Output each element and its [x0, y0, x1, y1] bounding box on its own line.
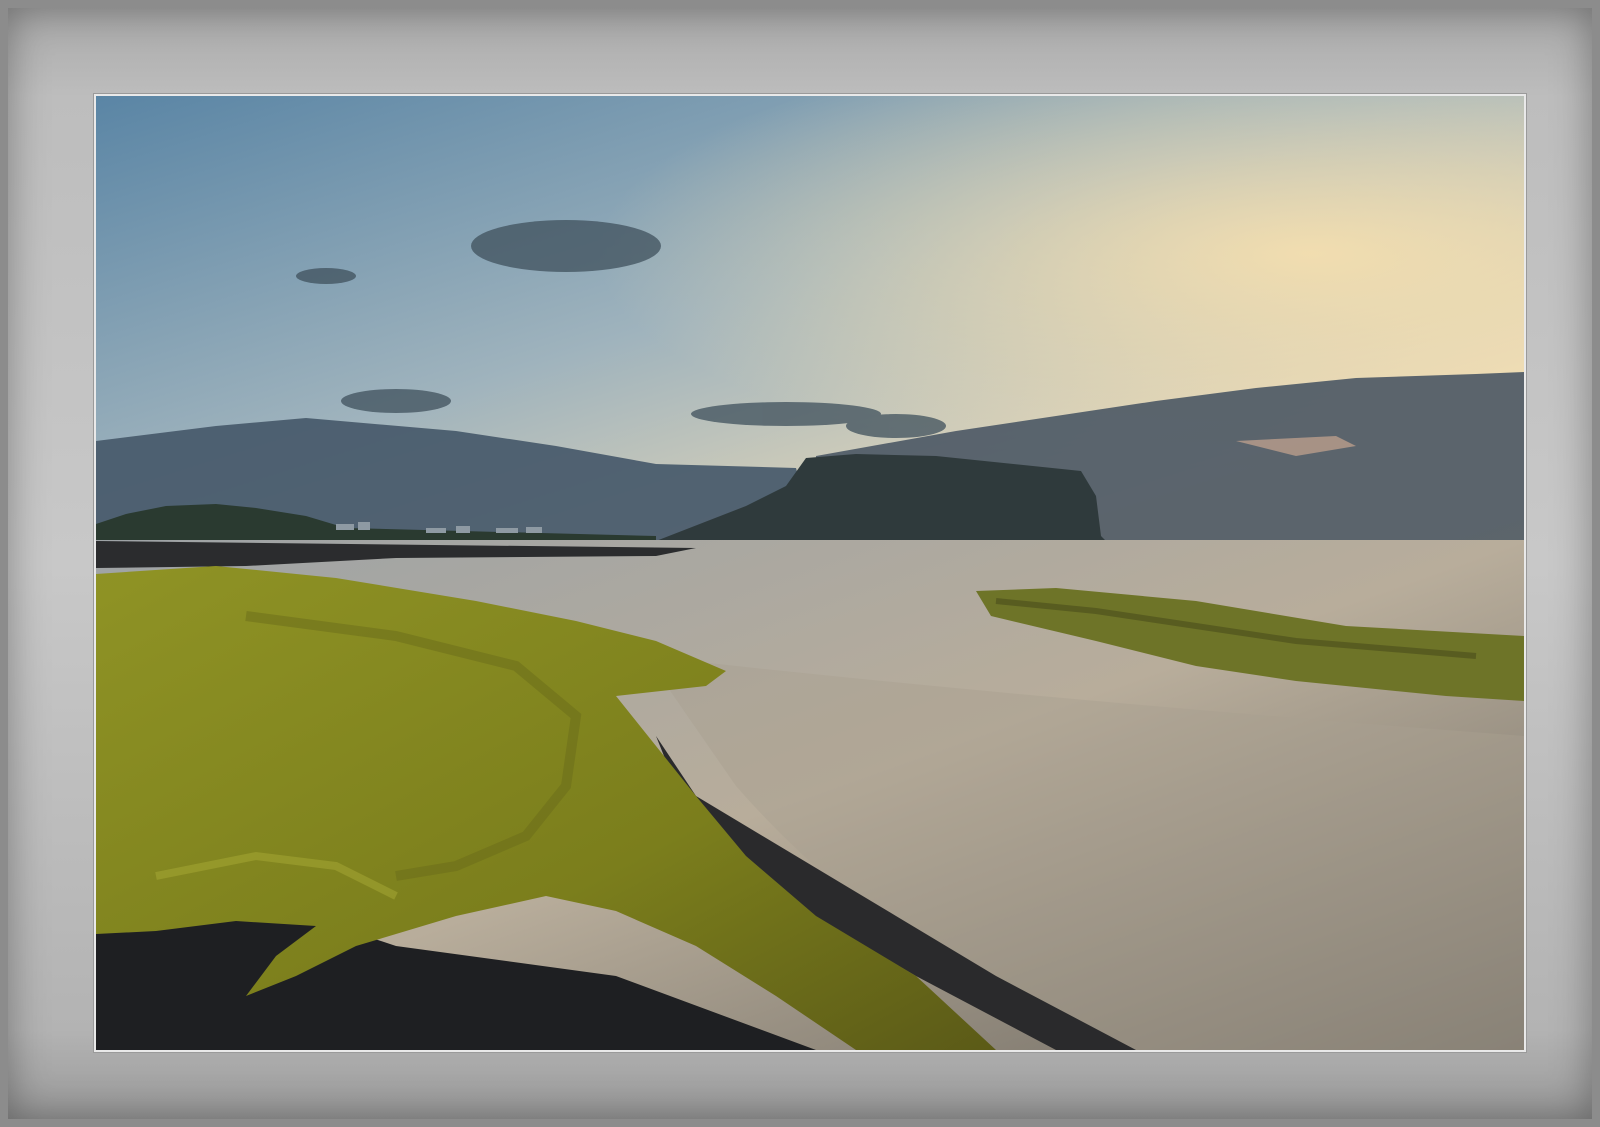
photo-canvas: [96, 96, 1524, 1050]
photo: [94, 94, 1526, 1052]
picture-frame: [0, 0, 1600, 1127]
